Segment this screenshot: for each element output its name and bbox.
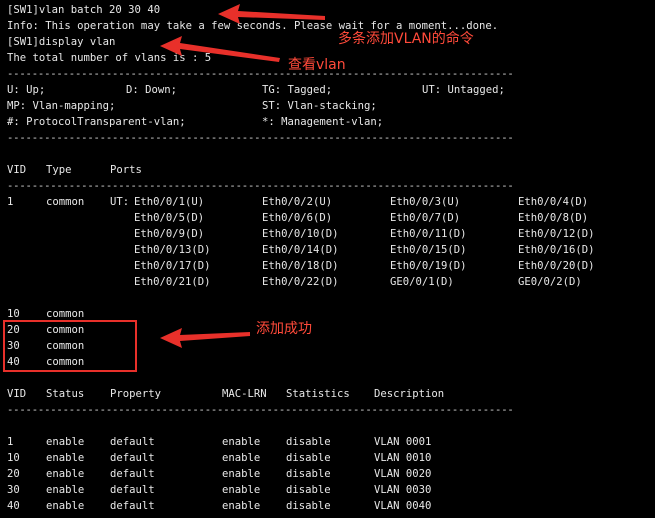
highlight-box: [3, 320, 137, 372]
annotation-batch-command: 多条添加VLAN的命令: [338, 31, 474, 47]
terminal-window[interactable]: [SW1]vlan batch 20 30 40 Info: This oper…: [0, 0, 655, 518]
annotation-arrows: [160, 4, 325, 348]
annotation-display-vlan: 查看vlan: [288, 57, 346, 73]
annotation-success: 添加成功: [256, 321, 312, 337]
